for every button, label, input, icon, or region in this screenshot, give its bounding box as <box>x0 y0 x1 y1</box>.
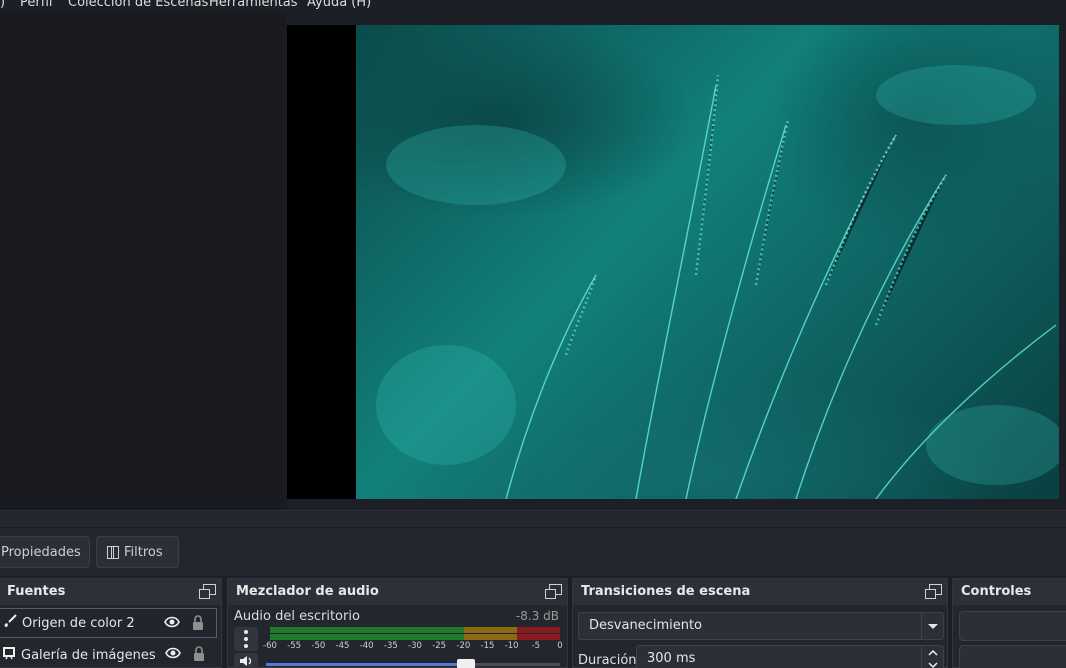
menu-item-help[interactable]: Ayuda (H) <box>307 0 371 12</box>
sources-dock-title: Fuentes <box>0 579 221 605</box>
volume-slider-handle[interactable] <box>456 659 475 668</box>
audio-mixer-dock: Mezclador de audio Audio del escritorio … <box>227 578 568 668</box>
scene-transitions-dock: Transiciones de escena Desvanecimiento D… <box>572 578 948 668</box>
source-toolbar: Propiedades Filtros <box>0 528 1066 576</box>
volume-slider-fill <box>266 663 466 666</box>
image-gallery-icon <box>1 646 17 664</box>
menubar: ) Perfil Colección de Escenas Herramient… <box>0 0 1066 12</box>
audio-channel-label: Audio del escritorio <box>234 609 360 624</box>
grass-illustration <box>376 65 1059 499</box>
audio-channel-db: -8.3 dB <box>515 609 559 623</box>
preview-right-background <box>1059 25 1066 499</box>
chevron-down-icon[interactable] <box>921 613 943 639</box>
controls-title-text: Controles <box>961 584 1032 599</box>
source-item[interactable]: Origen de color 2 <box>0 608 217 638</box>
menu-item-profile[interactable]: Perfil <box>20 0 53 12</box>
source-item[interactable]: Galería de imágenes <box>0 640 217 668</box>
audio-mixer-dock-title: Mezclador de audio <box>228 579 567 605</box>
meter-tick-label: -60 <box>263 641 277 651</box>
filters-button-label: Filtros <box>124 544 163 560</box>
control-button[interactable] <box>959 611 1066 641</box>
sources-dock: Fuentes Origen de color 2 Galería de imá… <box>0 578 222 668</box>
eye-icon[interactable] <box>164 616 180 628</box>
meter-ticks: -60 -55 -50 -45 -40 -35 -30 -25 -20 -15 -10 -5 0 <box>263 641 563 653</box>
menu-item-tools[interactable]: Herramientas <box>209 0 298 12</box>
meter-tick-label: -5 <box>531 641 541 651</box>
meter-tick-label: -25 <box>432 641 447 651</box>
float-window-icon[interactable] <box>545 584 562 599</box>
lock-icon[interactable] <box>192 615 204 631</box>
meter-tick-label: -20 <box>456 641 471 651</box>
scene-transitions-dock-title: Transiciones de escena <box>573 579 947 605</box>
audio-level-meter <box>270 627 560 641</box>
transition-select-value: Desvanecimiento <box>589 618 703 633</box>
controls-dock-title: Controles <box>953 579 1066 605</box>
volume-slider[interactable] <box>266 659 560 668</box>
channel-menu-button[interactable] <box>234 627 258 651</box>
horizontal-divider <box>0 510 1066 526</box>
meter-tick-label: -55 <box>287 641 302 651</box>
properties-button[interactable]: Propiedades <box>0 536 90 568</box>
duration-label: Duración <box>578 653 637 668</box>
scene-transitions-title-text: Transiciones de escena <box>581 584 751 599</box>
lock-icon[interactable] <box>193 646 205 662</box>
meter-tick-label: 0 <box>557 641 563 651</box>
sources-title-text: Fuentes <box>7 584 66 599</box>
preview-image <box>356 25 1059 499</box>
controls-dock: Controles <box>952 578 1066 668</box>
filter-icon <box>107 545 119 559</box>
meter-tick-label: -15 <box>480 641 495 651</box>
float-window-icon[interactable] <box>199 584 216 599</box>
control-button[interactable] <box>959 645 1066 668</box>
duration-input[interactable]: 300 ms <box>636 645 944 668</box>
float-window-icon[interactable] <box>925 584 942 599</box>
transition-select[interactable]: Desvanecimiento <box>578 612 944 640</box>
obs-window: ) Perfil Colección de Escenas Herramient… <box>0 0 1066 668</box>
brush-icon <box>2 614 18 632</box>
menu-item-partial[interactable]: ) <box>0 0 5 12</box>
preview-left-background <box>0 12 287 510</box>
source-label: Origen de color 2 <box>22 615 135 631</box>
filters-button[interactable]: Filtros <box>96 536 179 568</box>
preview-canvas[interactable] <box>287 25 1059 499</box>
speaker-icon[interactable] <box>234 653 258 668</box>
meter-tick-label: -50 <box>311 641 326 651</box>
meter-tick-label: -30 <box>408 641 422 651</box>
meter-tick-label: -35 <box>383 641 398 651</box>
source-label: Galería de imágenes <box>21 647 156 663</box>
spinner-icon[interactable] <box>921 646 943 668</box>
menu-item-scene-collection[interactable]: Colección de Escenas <box>68 0 208 12</box>
duration-value: 300 ms <box>647 651 696 666</box>
meter-tick-label: -40 <box>359 641 374 651</box>
audio-mixer-title-text: Mezclador de audio <box>236 584 379 599</box>
meter-tick-label: -10 <box>504 641 519 651</box>
properties-button-label: Propiedades <box>1 544 81 560</box>
meter-tick-label: -45 <box>335 641 350 651</box>
eye-icon[interactable] <box>165 647 181 659</box>
